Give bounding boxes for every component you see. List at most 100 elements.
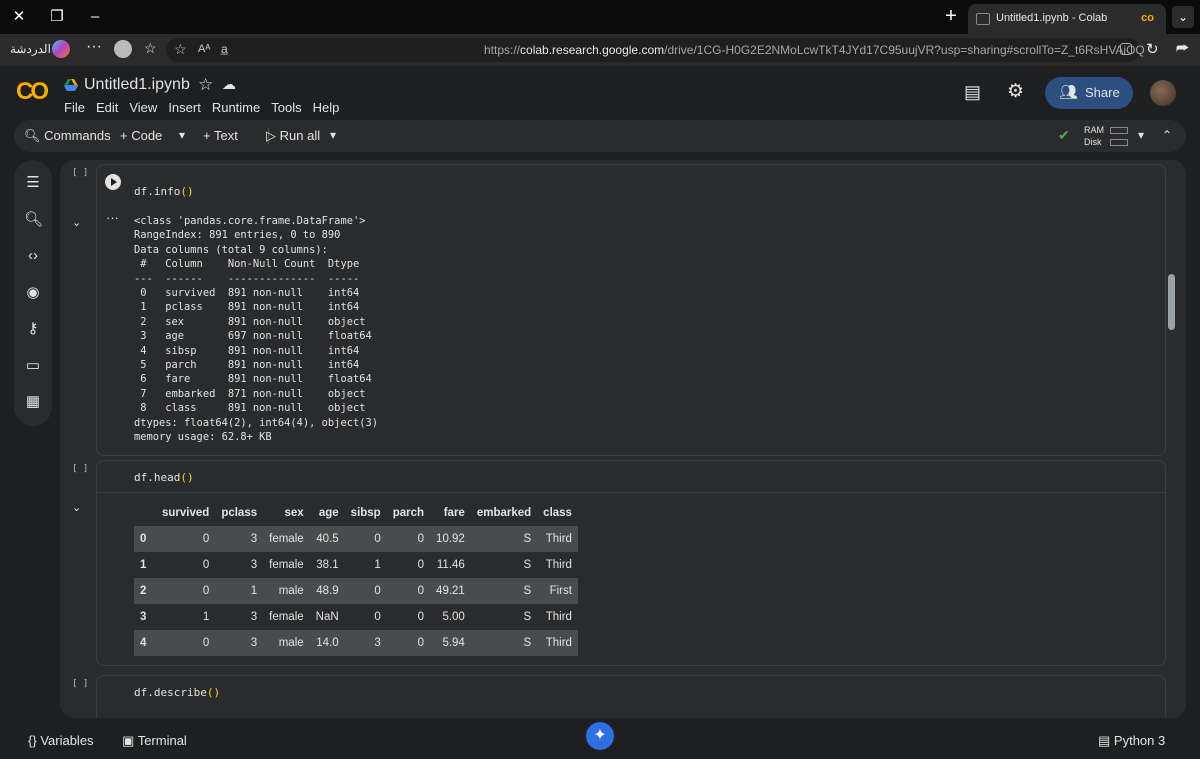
table-icon[interactable]: ▦ bbox=[24, 393, 42, 411]
avatar[interactable] bbox=[1150, 80, 1176, 106]
terminal-icon: ▣ bbox=[122, 733, 135, 748]
url-field[interactable]: ☆ Aᴬ a̲ https://colab.research.google.co… bbox=[166, 38, 1145, 62]
menu-runtime[interactable]: Runtime bbox=[212, 100, 260, 115]
comment-icon[interactable]: ▤ bbox=[964, 82, 981, 103]
cell-run-bracket: [ ] bbox=[72, 168, 89, 178]
gemini-icon[interactable]: ✦ bbox=[586, 722, 614, 750]
menu-help[interactable]: Help bbox=[313, 100, 340, 115]
menu-bar: File Edit View Insert Runtime Tools Help bbox=[64, 100, 350, 115]
cloud-saved-icon[interactable]: ☁ bbox=[222, 76, 236, 93]
status-bar: {} Variables ▣ Terminal ✦ ▤ Python 3 bbox=[0, 721, 1200, 759]
tab-title: Untitled1.ipynb - Colab bbox=[996, 12, 1108, 24]
share-button[interactable]: 👥︎ Share bbox=[1045, 77, 1133, 109]
tab-list-chevron-icon[interactable]: ⌄ bbox=[1172, 6, 1194, 28]
table-row: 1 0 3 female 38.1 1 0 11.46 S Third bbox=[134, 552, 578, 578]
dataframe-table: survived pclass sex age sibsp parch fare… bbox=[134, 500, 578, 656]
commands-button[interactable]: 🔍︎ Commands bbox=[24, 128, 111, 144]
ram-bar bbox=[1110, 127, 1128, 135]
key-icon[interactable]: ⚷ bbox=[24, 320, 42, 338]
ram-label: RAM bbox=[1084, 125, 1104, 135]
browser-tabstrip: ✕ ❐ – + Untitled1.ipynb - Colab co ⌄ bbox=[0, 0, 1200, 34]
table-cell: S bbox=[523, 637, 532, 649]
new-tab-icon[interactable]: + bbox=[940, 5, 962, 27]
column-header: survived bbox=[162, 507, 210, 519]
copilot-icon[interactable] bbox=[52, 40, 70, 58]
table-cell: S bbox=[523, 533, 532, 545]
table-row: 4 0 3 male 14.0 3 0 5.94 S Third bbox=[134, 630, 578, 656]
table-cell: 3 bbox=[250, 533, 258, 545]
find-icon[interactable]: 🔍︎ bbox=[24, 211, 43, 229]
profile-icon[interactable] bbox=[114, 40, 132, 58]
table-cell: Third bbox=[545, 533, 572, 545]
variables-button[interactable]: {} Variables bbox=[28, 733, 94, 748]
runtime-status[interactable]: ▤ Python 3 bbox=[1098, 733, 1165, 749]
table-cell: 1 bbox=[250, 585, 258, 597]
colab-tab-icon: co bbox=[1141, 12, 1154, 24]
chat-label[interactable]: الدردشة bbox=[10, 42, 51, 56]
table-cell: male bbox=[278, 585, 304, 597]
run-cell-button[interactable] bbox=[105, 174, 121, 190]
browser-share-icon[interactable]: ⮫ bbox=[1176, 40, 1189, 57]
table-cell: 0 bbox=[202, 585, 210, 597]
folder-icon[interactable]: ▭ bbox=[24, 357, 42, 375]
menu-edit[interactable]: Edit bbox=[96, 100, 118, 115]
colab-logo[interactable]: CO bbox=[16, 78, 49, 106]
scrollbar[interactable] bbox=[1168, 274, 1175, 330]
menu-insert[interactable]: Insert bbox=[168, 100, 201, 115]
code-line-info[interactable]: df.info() bbox=[134, 185, 194, 198]
gear-icon[interactable]: ⚙ bbox=[1007, 80, 1024, 103]
cell-run-bracket: [ ] bbox=[72, 464, 89, 474]
search-icon: 🔍︎ bbox=[24, 128, 41, 143]
bookmark-star-icon[interactable]: ☆ bbox=[174, 41, 187, 58]
table-cell: Third bbox=[545, 559, 572, 571]
output-collapse-chevron-icon[interactable]: ⌄ bbox=[72, 501, 81, 514]
table-cell: 38.1 bbox=[316, 559, 339, 571]
star-icon[interactable]: ☆ bbox=[198, 75, 213, 95]
column-header: age bbox=[318, 507, 339, 519]
eye-icon[interactable]: ◉ bbox=[24, 284, 42, 302]
restore-window-icon[interactable]: ❐ bbox=[46, 6, 68, 28]
menu-tools[interactable]: Tools bbox=[271, 100, 301, 115]
code-dropdown-chevron-icon[interactable]: ▾ bbox=[179, 128, 185, 142]
output-actions-icon[interactable]: ··· bbox=[106, 210, 119, 225]
code-cell-describe[interactable] bbox=[96, 675, 1166, 718]
table-cell: 3 bbox=[250, 559, 258, 571]
app-available-icon[interactable] bbox=[1120, 43, 1132, 55]
collapse-chevron-up-icon[interactable]: ⌃ bbox=[1162, 128, 1172, 142]
column-header: sibsp bbox=[350, 507, 381, 519]
run-all-button[interactable]: ▷ Run all bbox=[266, 128, 320, 144]
code-line-head[interactable]: df.head() bbox=[134, 471, 194, 484]
add-code-button[interactable]: + Code bbox=[120, 128, 162, 143]
row-index: 1 bbox=[140, 559, 147, 571]
notebook-area: [ ] df.info() ⌄ ··· <class 'pandas.core.… bbox=[60, 160, 1186, 718]
table-cell: 14.0 bbox=[316, 637, 339, 649]
terminal-button[interactable]: ▣ Terminal bbox=[122, 733, 187, 749]
output-collapse-chevron-icon[interactable]: ⌄ bbox=[72, 216, 81, 229]
menu-view[interactable]: View bbox=[129, 100, 157, 115]
info-output: <class 'pandas.core.frame.DataFrame'> Ra… bbox=[134, 215, 378, 444]
run-all-chevron-icon[interactable]: ▾ bbox=[330, 128, 336, 142]
cell-run-bracket: [ ] bbox=[72, 679, 89, 689]
side-rail: ☰ 🔍︎ ‹› ◉ ⚷ ▭ ▦ bbox=[14, 160, 52, 426]
code-snippets-icon[interactable]: ‹› bbox=[24, 247, 42, 265]
minimize-window-icon[interactable]: – bbox=[84, 6, 106, 28]
more-icon[interactable]: ··· bbox=[86, 38, 102, 56]
resources-chevron-icon[interactable]: ▾ bbox=[1138, 128, 1144, 142]
code-line-describe[interactable]: df.describe() bbox=[134, 686, 220, 699]
read-aloud-icon[interactable]: Aᴬ bbox=[198, 43, 210, 55]
favorites-icon[interactable]: ☆ bbox=[144, 40, 157, 57]
table-cell: Third bbox=[545, 637, 572, 649]
resource-monitor[interactable]: RAM Disk bbox=[1084, 124, 1128, 148]
table-cell: 0 bbox=[374, 611, 381, 623]
menu-file[interactable]: File bbox=[64, 100, 85, 115]
notebook-title[interactable]: Untitled1.ipynb bbox=[84, 76, 190, 94]
toc-icon[interactable]: ☰ bbox=[24, 174, 42, 192]
add-text-button[interactable]: + Text bbox=[203, 128, 238, 143]
table-cell: 10.92 bbox=[436, 533, 465, 545]
translate-icon[interactable]: a̲ bbox=[221, 42, 228, 56]
table-row: 3 1 3 female NaN 0 0 5.00 S Third bbox=[134, 604, 578, 630]
reload-icon[interactable]: ↻ bbox=[1146, 40, 1159, 58]
commands-label: Commands bbox=[44, 128, 111, 143]
browser-tab[interactable]: Untitled1.ipynb - Colab co bbox=[968, 4, 1166, 34]
close-window-icon[interactable]: ✕ bbox=[8, 6, 30, 28]
